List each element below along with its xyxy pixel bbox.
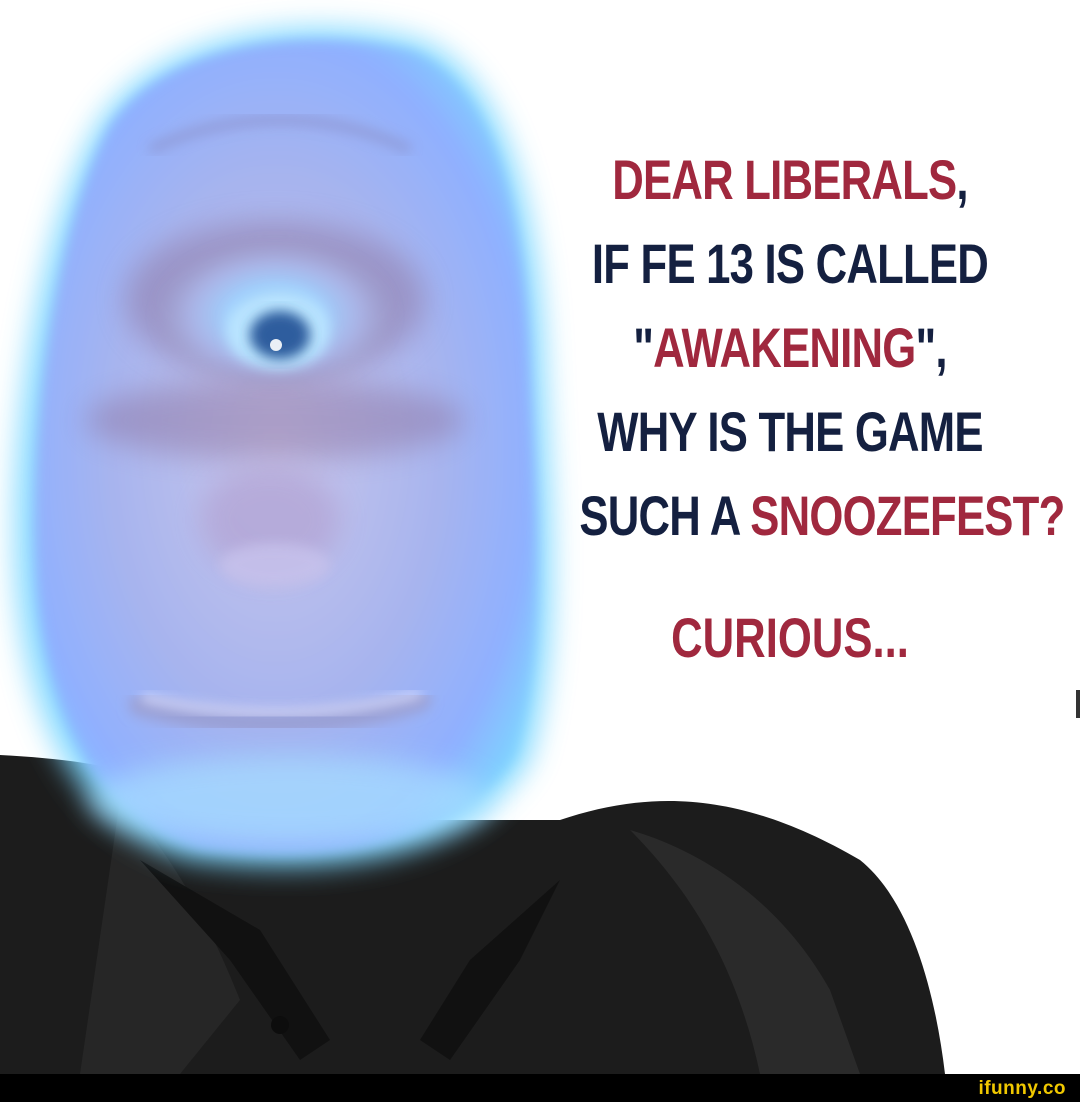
caption-awakening: AWAKENING (653, 316, 916, 379)
caption-line-3: "AWAKENING", (579, 306, 1000, 390)
caption-such-a: SUCH A (579, 484, 751, 547)
caption-snoozefest: SNOOZEFEST (750, 484, 1039, 547)
caption-quote-open: " (633, 316, 654, 379)
caption-question-mark: ? (1038, 484, 1066, 547)
meme-caption: DEAR LIBERALS, IF FE 13 IS CALLED "AWAKE… (579, 138, 1065, 558)
caption-quote-close: ", (915, 316, 948, 379)
edge-speck (1076, 690, 1080, 718)
caption-line-5: SUCH A SNOOZEFEST? (579, 474, 1065, 558)
distorted-face (34, 39, 538, 854)
caption-sign-off: CURIOUS... (671, 606, 909, 669)
caption-line-4: WHY IS THE GAME (597, 400, 983, 463)
caption-line-2: IF FE 13 IS CALLED (591, 232, 989, 295)
footer-bar (0, 1074, 1080, 1102)
caption-line-1: DEAR LIBERALS, (579, 138, 1000, 222)
caption-dear-liberals: DEAR LIBERALS (612, 148, 957, 211)
caption-comma: , (956, 148, 968, 211)
ifunny-watermark: ifunny.co (978, 1078, 1066, 1099)
